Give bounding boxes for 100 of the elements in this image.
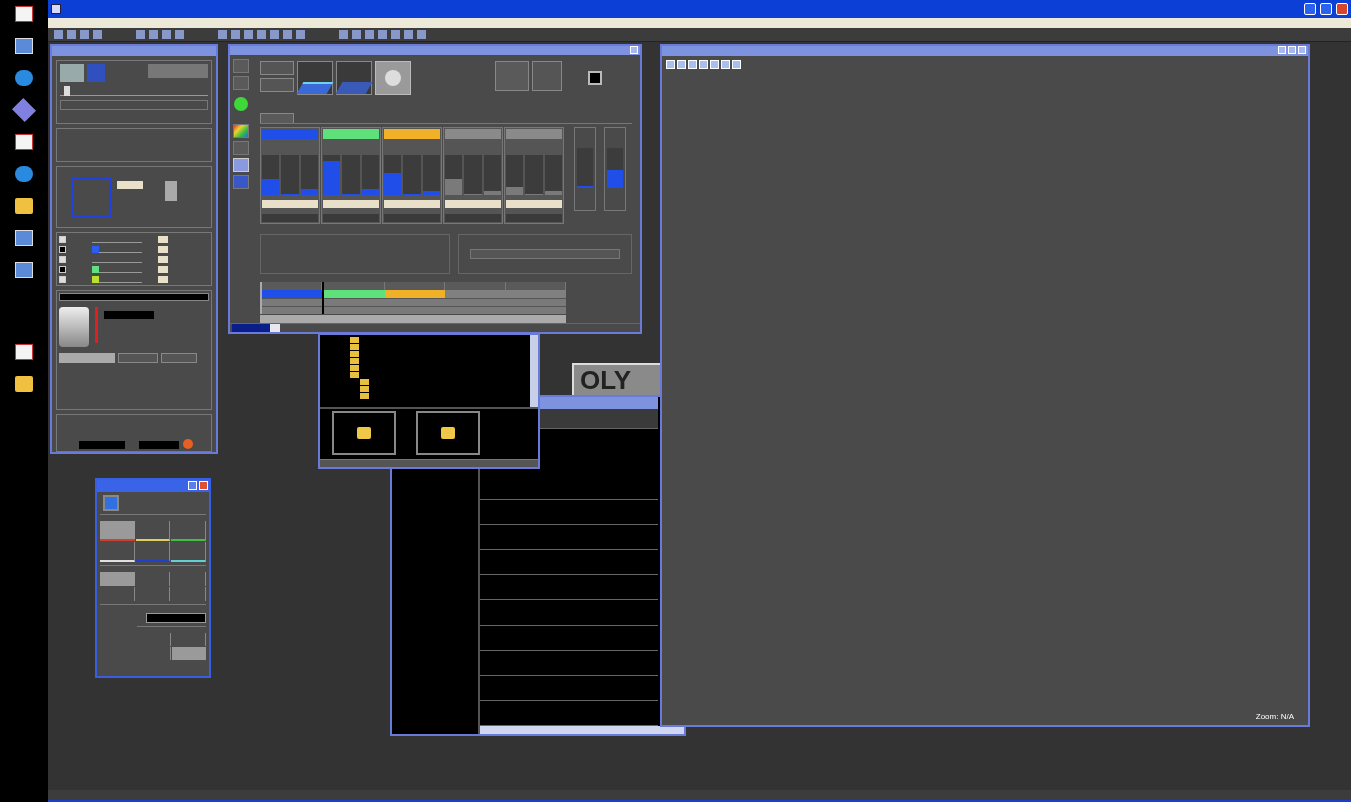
value-field[interactable] [104,311,154,319]
folder-icon [357,427,371,439]
fader-track[interactable] [544,154,562,195]
document-icon[interactable] [15,6,33,22]
column-header [324,281,385,290]
fader-track[interactable] [262,154,280,195]
close-button[interactable] [1336,3,1348,15]
column-header [505,281,567,290]
logo-text: OLY [580,367,632,393]
globe-icon[interactable] [15,166,33,182]
status-light-icon [234,96,248,111]
fader-track[interactable] [281,154,299,195]
value-field[interactable] [384,213,440,222]
selector-button[interactable] [135,521,171,541]
file-field[interactable] [470,248,620,259]
fader-track[interactable] [445,154,463,195]
slider-track[interactable] [60,86,208,96]
channel-header[interactable] [384,128,440,139]
scan-area-drawing [71,177,111,217]
scrollbar[interactable] [480,726,684,734]
value-field[interactable] [323,213,379,222]
checkbox[interactable] [59,235,66,243]
channel-header[interactable] [323,128,379,139]
slider-thumb[interactable] [64,86,71,96]
value-field[interactable] [384,199,440,208]
channel-header[interactable] [445,128,501,139]
checkbox[interactable] [59,255,66,263]
fader-track[interactable] [403,154,421,195]
fader-track[interactable] [607,147,623,188]
scan-mode-button[interactable] [297,60,333,95]
value-field[interactable] [262,199,318,208]
checkbox[interactable] [59,265,66,273]
fader-track[interactable] [361,154,379,195]
zoom-field[interactable] [117,181,143,189]
scrollbar[interactable] [260,314,566,323]
minimize-button[interactable] [188,481,197,490]
microscope-drawing [59,307,89,347]
fader-track[interactable] [577,147,593,188]
fader-track[interactable] [300,154,318,195]
channel-header[interactable] [506,128,562,139]
thumbnail[interactable] [416,411,480,455]
value-field[interactable] [506,199,562,208]
group-cell[interactable] [505,289,567,298]
group-cell[interactable] [324,289,385,298]
tab[interactable] [260,112,294,123]
folder-icon[interactable] [15,376,33,392]
selector-button[interactable] [171,542,206,562]
value-field[interactable] [445,213,501,222]
fader-track[interactable] [384,154,402,195]
scrollbar[interactable] [530,335,538,407]
browse-button[interactable] [118,353,158,363]
monitor-icon[interactable] [15,262,33,278]
stop-button[interactable] [375,60,411,95]
selector-button[interactable] [100,542,135,562]
maximize-button[interactable] [1320,3,1332,15]
group-cell[interactable] [445,289,506,298]
fader-track[interactable] [342,154,360,195]
group-cell[interactable] [384,289,446,298]
fader-track[interactable] [525,154,543,195]
dropdown[interactable] [146,613,206,623]
checkbox[interactable] [59,275,66,283]
clock-icon [183,439,193,449]
folder-icon[interactable] [15,198,33,214]
close-button[interactable] [199,481,208,490]
monitor-icon[interactable] [15,38,33,54]
step-button[interactable] [161,353,197,363]
selector-button[interactable] [171,521,206,541]
monitor-icon [588,70,602,85]
capture-button[interactable] [495,60,529,91]
scan-mode-button[interactable] [336,60,372,95]
dropdown[interactable] [59,293,209,301]
fader-track[interactable] [464,154,482,195]
value-field[interactable] [506,213,562,222]
tool-button[interactable] [233,157,249,172]
table-cell [505,297,567,306]
fader-track[interactable] [422,154,440,195]
rainbow-button[interactable] [233,123,249,138]
value-field[interactable] [262,213,318,222]
thumbnail[interactable] [332,411,396,455]
fader-track[interactable] [483,154,501,195]
refresh-button[interactable] [103,495,119,511]
count-field[interactable] [139,441,179,449]
app-icon [51,4,61,14]
checkbox[interactable] [59,245,66,253]
column-header [445,281,506,290]
capture-button[interactable] [532,60,562,91]
group-cell[interactable] [262,289,323,298]
table-cell [505,305,567,314]
document-icon[interactable] [15,134,33,150]
table-cell [324,297,385,306]
zoom-label: Zoom: N/A [1255,711,1294,723]
time-field[interactable] [79,441,125,449]
document-icon[interactable] [15,344,33,360]
minimize-button[interactable] [1304,3,1316,15]
value-field[interactable] [445,199,501,208]
value-field[interactable] [323,199,379,208]
zoom-preview [165,181,177,201]
monitor-icon[interactable] [15,230,33,246]
fader-track[interactable] [506,154,524,195]
globe-icon[interactable] [15,70,33,86]
